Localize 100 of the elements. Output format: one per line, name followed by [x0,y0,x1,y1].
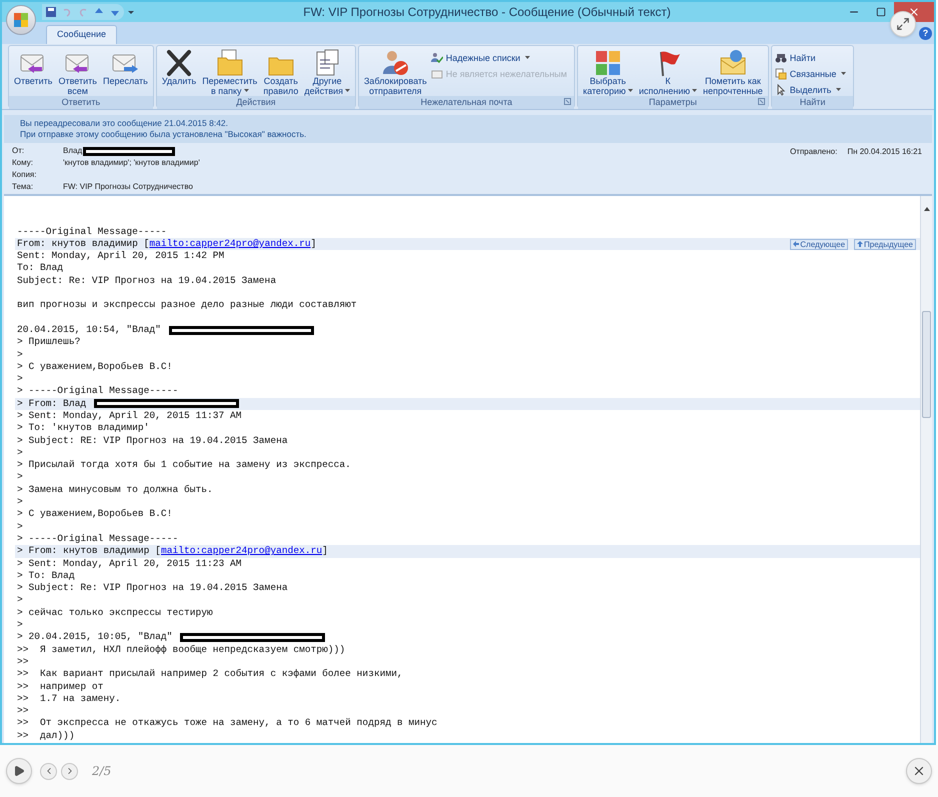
ribbon-button[interactable]: Ответить всем [56,48,99,96]
caret-icon [836,88,842,90]
group-label: Ответить [62,96,100,109]
ribbon-button[interactable]: Пометить как непрочтенные [701,48,765,96]
caret-icon [628,89,633,92]
message-text: ] [322,544,328,558]
launcher-icon[interactable] [758,98,765,105]
previous-button[interactable] [40,762,57,780]
message-text: > To: Влад [17,568,75,583]
ribbon-button[interactable]: Найти [774,52,846,64]
message-text: > Subject: RE: VIP Прогноз на 19.04.2015 Замена [17,434,288,448]
message-text: >> 1.7 на замену. [17,692,121,706]
message-text: -----Original Message----- [17,224,167,239]
message-text: Sent: Monday, April 20, 2015 1:42 PM [17,249,224,264]
message-text: > -----Original Message----- [17,532,178,546]
message-text: > С уважением,Воробьев В.С! [17,360,172,374]
ribbon-button[interactable]: Связанные [774,68,846,80]
caret-icon [841,72,846,74]
message-text: > From: Влад [17,396,86,411]
message-text: ] [310,236,316,251]
message-text: >> От экспресса не откажусь тоже на замену, а то 6 матчей подряд в минус [17,716,438,730]
field-label: От: [12,145,26,157]
ribbon-tab[interactable]: Сообщение [46,25,117,44]
scrollbar-thumb[interactable] [922,311,931,418]
message-text: > From: кнутов владимир [ [17,544,161,558]
scrollbar[interactable] [920,196,932,743]
ribbon-button[interactable]: Создать правило [261,48,300,96]
message-text: > [17,470,23,484]
message-text: > Пришлешь? [17,335,80,350]
expand-button[interactable] [890,11,916,37]
field-value: Влад [63,145,82,157]
pointer-icon [774,84,787,96]
related-icon [774,68,787,80]
message-text: Subject: Re: VIP Прогноз на 19.04.2015 Замена [17,274,276,288]
message-text: > -----Original Message----- [17,384,178,398]
close-icon [908,6,920,18]
nav-button[interactable]: Следующее [790,238,848,250]
field-value: Пн 20.04.2015 16:21 [847,146,922,158]
close-button[interactable] [906,758,932,784]
group-label: Нежелательная почта [420,96,512,109]
message-text: To: Влад [17,261,64,276]
message-text: From: кнутов владимир [ [17,236,150,251]
nav-button[interactable]: Предыдущее [854,238,916,250]
group-label: Действия [236,96,276,109]
window-title: FW: VIP Прогнозы Сотрудничество - Сообщение (Обычный текст) [302,4,672,21]
ribbon-button[interactable]: Выбрать категорию [580,48,635,96]
field-label: Тема: [12,181,34,193]
arrow-icon [793,241,800,248]
ribbon-button[interactable]: Переместить в папку [200,48,260,96]
people-icon [430,52,443,64]
field-label: Отправлено: [790,146,838,158]
ribbon-button[interactable]: Заблокировать отправителя [362,48,429,96]
email-link[interactable]: mailto:capper24pro@yandex.ru [149,236,311,252]
scroll-up-icon[interactable] [923,206,931,212]
field-value: FW: VIP Прогнозы Сотрудничество [63,181,193,193]
play-icon [13,765,25,777]
field-label: Кому: [12,157,34,169]
office-button[interactable] [6,5,36,35]
binoculars-icon [774,52,787,64]
message-text: вип прогнозы и экспрессы разное дело разные люди составляют [17,298,357,312]
message-text: 20.04.2015, 10:54, "Влад" [17,322,161,337]
ribbon-button[interactable]: Переслать [100,48,150,86]
message-text: > [17,618,23,632]
ribbon-button[interactable]: Надежные списки [430,52,567,64]
group-label: Параметры [648,96,697,109]
caret-icon [244,89,249,92]
launcher-icon[interactable] [564,98,571,105]
save-icon[interactable] [46,7,56,17]
message-text: > To: 'кнутов владимир' [17,421,150,436]
message-text: >> например от [17,680,104,694]
email-link[interactable]: mailto:capper24pro@yandex.ru [160,544,322,559]
expand-icon [896,17,910,31]
message-text: > сейчас только экспрессы тестирую [17,606,213,620]
slide-counter: 2/5 [92,763,112,780]
message-text: > [17,348,23,362]
info-text: При отправке этому сообщению была установлена "Высокая" важность. [20,129,308,140]
message-text: > Замена минусовым то должна быть. [17,482,213,497]
field-value: 'кнутов владимир'; 'кнутов владимир' [63,157,200,169]
ribbon-button[interactable]: Удалить [160,48,198,86]
ribbon-button[interactable]: К исполнению [636,48,699,96]
ribbon-button[interactable]: Ответить [12,48,54,86]
caret-icon [692,89,697,92]
caret-icon [525,56,530,58]
ribbon-button[interactable]: Другие действия [302,48,352,96]
message-text: > [17,372,23,386]
caret-icon [345,89,350,92]
play-button[interactable] [6,758,32,784]
next-button[interactable] [61,762,78,780]
message-text: > [17,520,23,534]
maximize-icon[interactable] [876,7,886,17]
customize-caret-icon[interactable] [128,9,134,15]
message-text: >> дал))) [17,728,75,743]
office-logo-icon [13,12,29,28]
message-text: >> [17,704,29,718]
help-button[interactable]: ? [919,27,932,40]
message-text: > Sent: Monday, April 20, 2015 11:37 AM [17,409,242,423]
message-text: > [17,495,23,510]
ribbon-button[interactable]: Выделить [774,84,846,96]
group-label: Найти [800,96,826,109]
message-text: > 20.04.2015, 10:05, "Влад" [17,630,172,644]
